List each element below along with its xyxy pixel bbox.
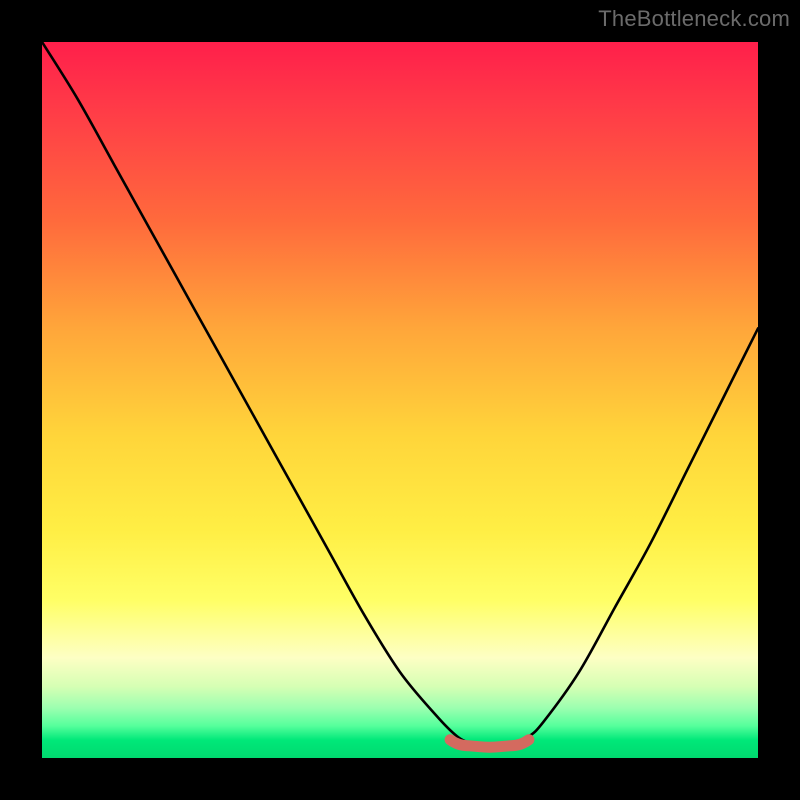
chart-frame: TheBottleneck.com: [0, 0, 800, 800]
bump-svg: [42, 42, 758, 758]
watermark-text: TheBottleneck.com: [598, 6, 790, 32]
plot-area: [42, 42, 758, 758]
optimal-range-marker: [450, 740, 529, 748]
